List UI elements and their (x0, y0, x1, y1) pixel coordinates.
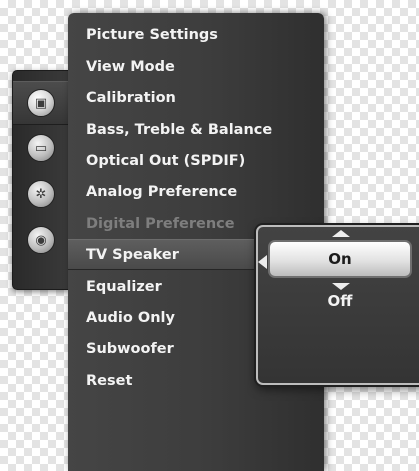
menu-item-picture-settings[interactable]: Picture Settings (68, 19, 324, 50)
chevron-up-icon[interactable] (332, 230, 350, 237)
camera-icon: ◉ (27, 226, 55, 254)
menu-item-analog-preference[interactable]: Analog Preference (68, 176, 324, 207)
category-rail: ▣ ▭ ✲ ◉ (12, 70, 69, 290)
menu-item-optical-out[interactable]: Optical Out (SPDIF) (68, 145, 324, 176)
rail-item-camera[interactable]: ◉ (13, 219, 69, 261)
sound-icon: ▭ (27, 134, 55, 162)
menu-item-bass-treble-balance[interactable]: Bass, Treble & Balance (68, 114, 324, 145)
popup-pointer-icon (258, 255, 267, 269)
menu-item-view-mode[interactable]: View Mode (68, 51, 324, 82)
rail-item-settings[interactable]: ✲ (13, 173, 69, 215)
settings-icon: ✲ (27, 180, 55, 208)
option-selected-on[interactable]: On (268, 240, 412, 278)
picture-icon: ▣ (27, 89, 55, 117)
option-off[interactable]: Off (268, 289, 412, 313)
menu-item-calibration[interactable]: Calibration (68, 82, 324, 113)
rail-item-sound[interactable]: ▭ (13, 127, 69, 169)
rail-item-picture[interactable]: ▣ (13, 81, 69, 125)
